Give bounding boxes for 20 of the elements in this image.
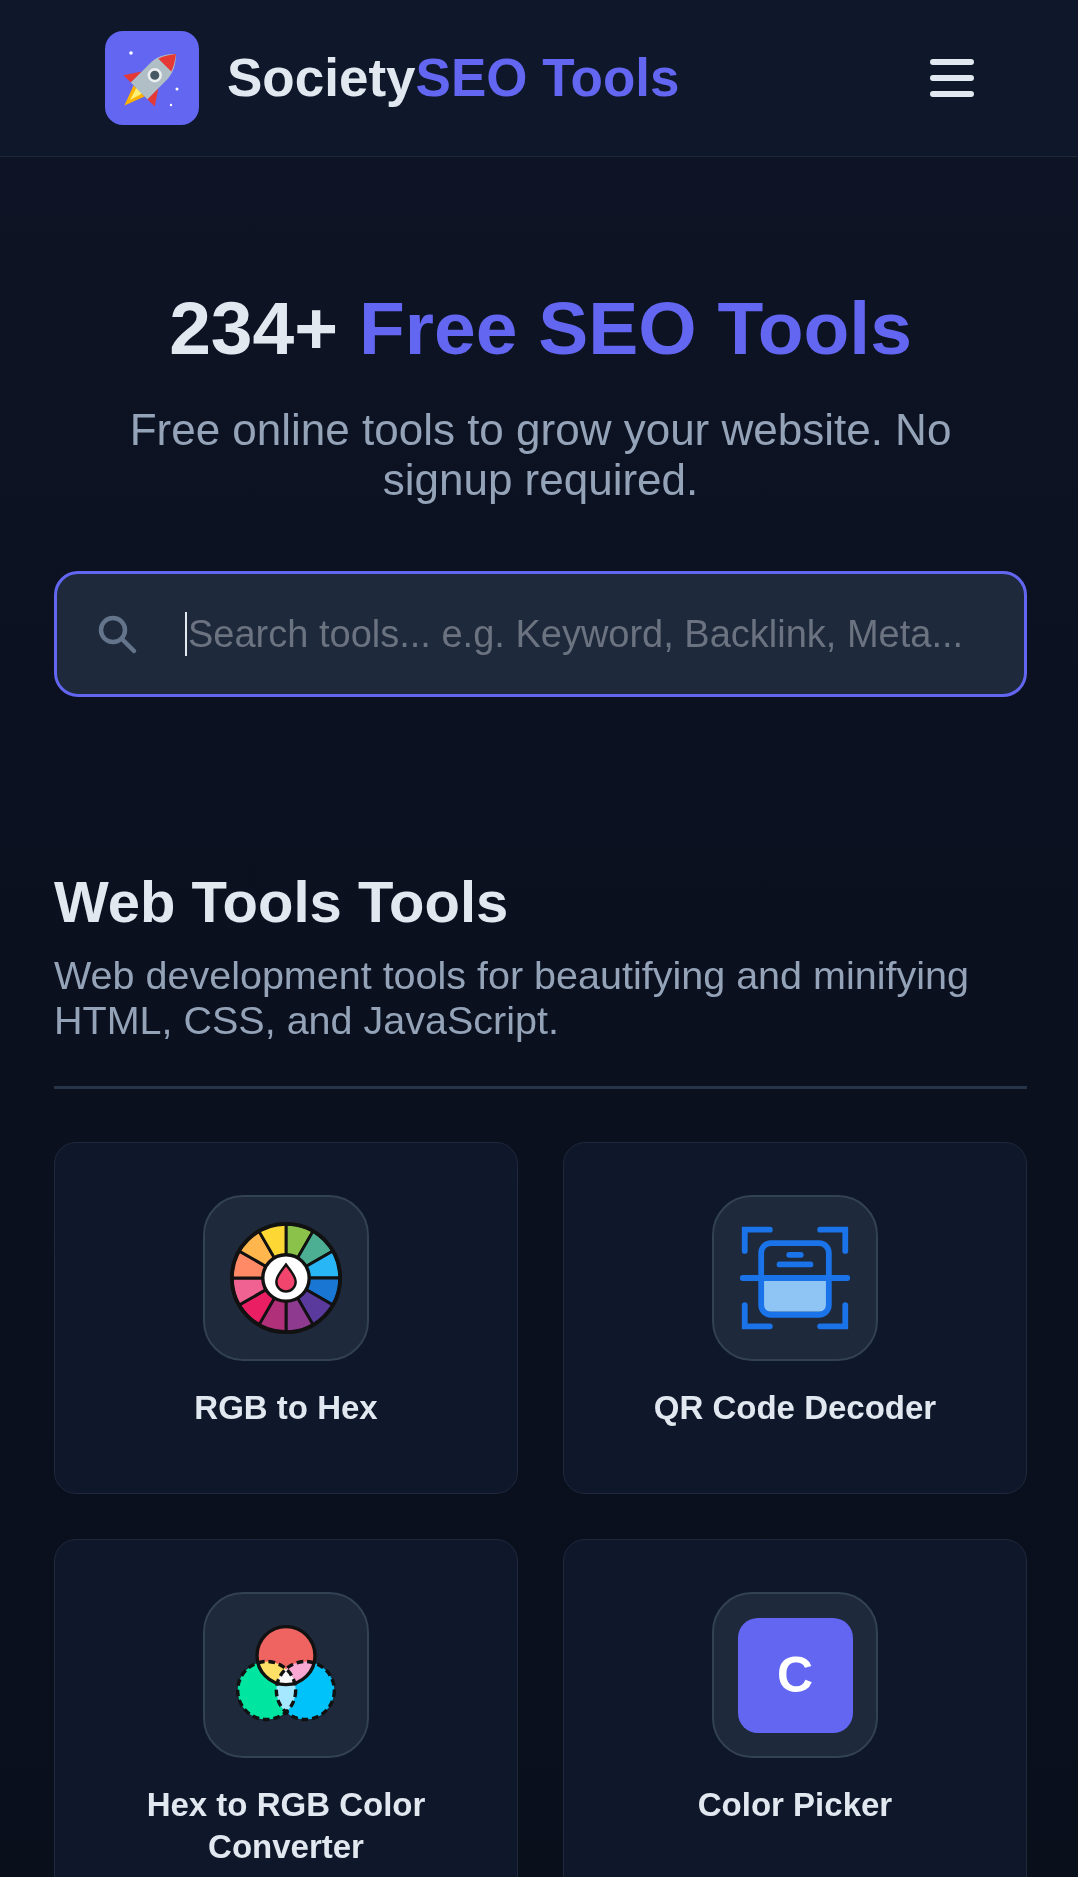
letter-badge: C: [737, 1617, 853, 1733]
tool-name: Hex to RGB Color Converter: [145, 1785, 427, 1867]
tool-name: RGB to Hex: [194, 1388, 378, 1428]
text-cursor: [185, 612, 187, 656]
tool-card[interactable]: QR Code Decoder: [563, 1142, 1027, 1494]
menu-icon[interactable]: [929, 57, 975, 99]
search-icon: [96, 613, 138, 655]
hero-title: 234+ Free SEO Tools: [169, 287, 912, 369]
tool-card[interactable]: C Color Picker: [563, 1539, 1027, 1877]
hero-subtitle: Free online tools to grow your website. No signup required.: [128, 405, 953, 505]
tool-card[interactable]: Hex to RGB Color Converter: [54, 1539, 518, 1877]
tool-name: Color Picker: [697, 1785, 893, 1825]
section-description: Web development tools for beautifying and minifying HTML, CSS, and JavaScript.: [54, 953, 970, 1043]
tool-name: QR Code Decoder: [653, 1388, 937, 1428]
color-wheel-icon: [228, 1220, 344, 1336]
rocket-logo-icon[interactable]: [105, 31, 199, 125]
search-field[interactable]: Search tools... e.g. Keyword, Backlink, Meta...: [54, 571, 1027, 697]
section-title: Web Tools Tools: [54, 868, 510, 936]
site-name[interactable]: SocietySEO Tools: [227, 46, 680, 110]
tool-card[interactable]: RGB to Hex: [54, 1142, 518, 1494]
